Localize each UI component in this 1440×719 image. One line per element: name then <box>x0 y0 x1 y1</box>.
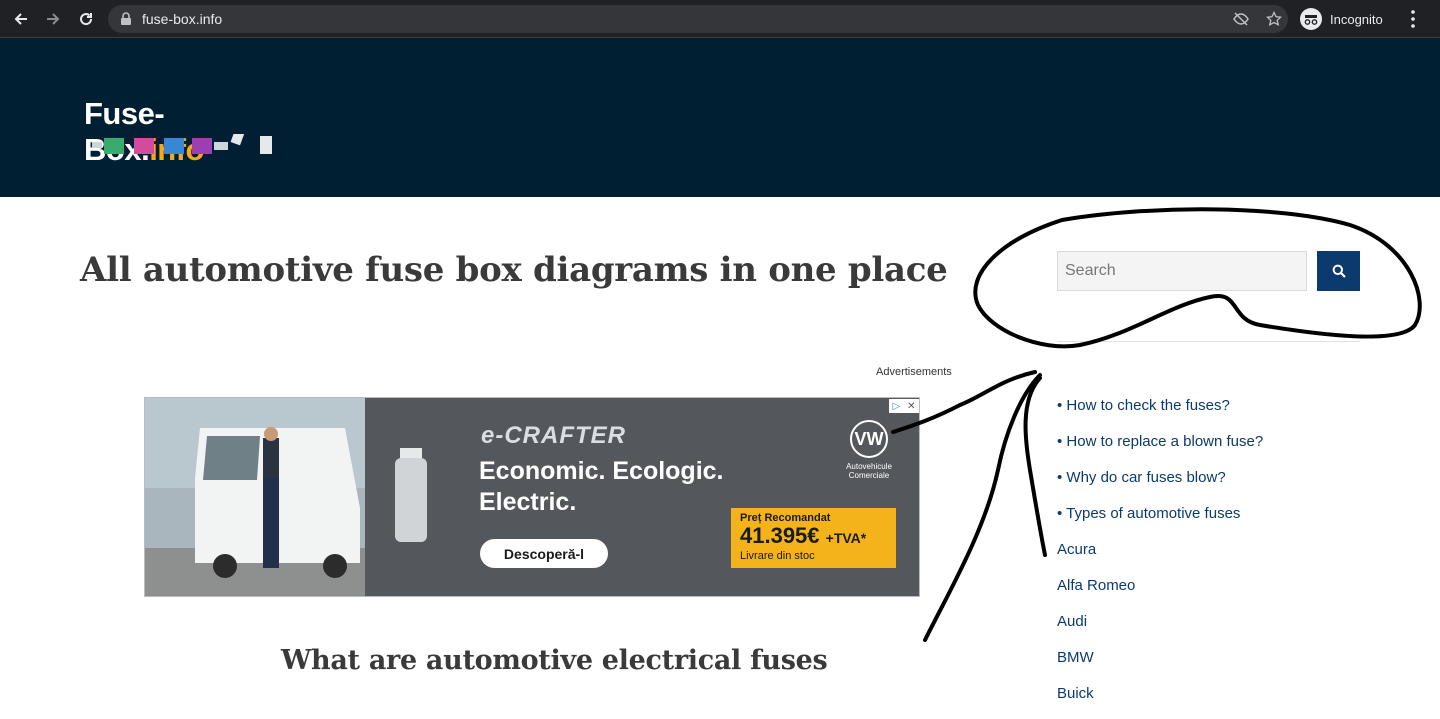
sidebar-link[interactable]: • How to replace a blown fuse? <box>1057 431 1263 467</box>
bookmark-star-icon[interactable] <box>1266 11 1282 27</box>
incognito-icon <box>1300 8 1322 30</box>
sidebar-brand-link[interactable]: BMW <box>1057 647 1263 683</box>
vw-caption: Autovehicule Comerciale <box>846 462 892 480</box>
sidebar-brand-link[interactable]: Buick <box>1057 683 1263 719</box>
sidebar-divider <box>1057 341 1360 342</box>
back-arrow-icon <box>14 13 27 25</box>
reload-icon <box>80 13 93 26</box>
site-logo[interactable]: Fuse-Box.info <box>84 96 284 167</box>
forward-arrow-icon <box>47 13 60 25</box>
ad-price-note: Livrare din stoc <box>740 550 815 562</box>
search-input[interactable] <box>1057 251 1307 291</box>
ad-price-value: 41.395€ +TVA* <box>740 523 867 548</box>
ad-brand: e-CRAFTER <box>481 422 626 449</box>
back-button[interactable] <box>10 8 32 30</box>
ad-cta-button[interactable]: Descoperă-l <box>480 539 608 568</box>
vw-logo-icon: VW <box>850 420 888 458</box>
lock-icon <box>121 12 131 25</box>
ad-van-photo <box>145 398 365 596</box>
page-title: All automotive fuse box diagrams in one … <box>80 250 948 290</box>
sidebar-link[interactable]: • Why do car fuses blow? <box>1057 467 1263 503</box>
adchoices-icon[interactable]: ▷ ✕ <box>889 399 919 413</box>
forward-button[interactable] <box>42 8 64 30</box>
address-bar[interactable]: fuse-box.info <box>108 5 1288 33</box>
charger-station <box>395 458 427 542</box>
browser-toolbar: fuse-box.info Incognito <box>0 0 1440 38</box>
ad-price-box: Preț Recomandat 41.395€ +TVA* Livrare di… <box>731 508 896 568</box>
ad-banner[interactable]: e-CRAFTER Economic. Ecologic. Electric. … <box>144 397 920 597</box>
reload-button[interactable] <box>75 8 97 30</box>
fuse-graphics-icon <box>92 134 272 154</box>
sidebar-link[interactable]: • How to check the fuses? <box>1057 395 1263 431</box>
eye-off-icon[interactable] <box>1233 11 1249 27</box>
site-header: Fuse-Box.info <box>0 38 1440 197</box>
incognito-badge[interactable]: Incognito <box>1300 6 1400 32</box>
search-icon <box>1332 264 1346 278</box>
sidebar-brand-link[interactable]: Alfa Romeo <box>1057 575 1263 611</box>
ad-label: Advertisements <box>876 366 952 378</box>
search-button[interactable] <box>1317 251 1360 291</box>
sidebar-links: • How to check the fuses? • How to repla… <box>1057 395 1263 719</box>
section-title: What are automotive electrical fuses <box>281 645 828 676</box>
url-text: fuse-box.info <box>142 11 223 27</box>
sidebar-brand-link[interactable]: Acura <box>1057 539 1263 575</box>
sidebar-brand-link[interactable]: Audi <box>1057 611 1263 647</box>
browser-menu-icon[interactable] <box>1410 9 1416 29</box>
sidebar-link[interactable]: • Types of automotive fuses <box>1057 503 1263 539</box>
incognito-label: Incognito <box>1330 11 1383 27</box>
ad-vw-brand: VW Autovehicule Comerciale <box>840 420 898 480</box>
